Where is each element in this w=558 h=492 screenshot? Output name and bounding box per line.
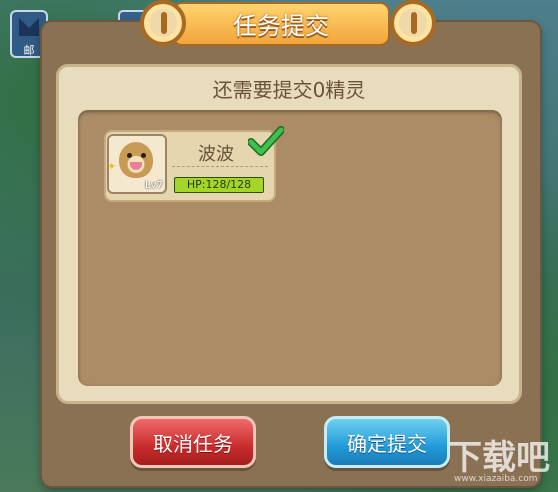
- mail-label: 邮: [23, 44, 35, 57]
- cancel-task-button[interactable]: 取消任务: [130, 416, 256, 468]
- confirm-submit-button[interactable]: 确定提交: [324, 416, 450, 468]
- pidgey-sprite: [119, 142, 153, 178]
- watermark-logo: 下载吧: [448, 438, 550, 478]
- check-icon: [248, 126, 284, 156]
- banner-ornament-right: [390, 0, 436, 46]
- mail-icon: [19, 18, 39, 36]
- remaining-count-text: 还需要提交0精灵: [212, 78, 366, 102]
- watermark-url: www.xiazaiba.com: [454, 474, 538, 484]
- pokemon-level: Lv7: [145, 180, 163, 191]
- hp-text: HP:128/128: [186, 178, 252, 191]
- card-divider: [172, 166, 268, 167]
- sparkle-icon: ✦: [107, 160, 117, 173]
- dialog-title: 任务提交: [233, 12, 329, 40]
